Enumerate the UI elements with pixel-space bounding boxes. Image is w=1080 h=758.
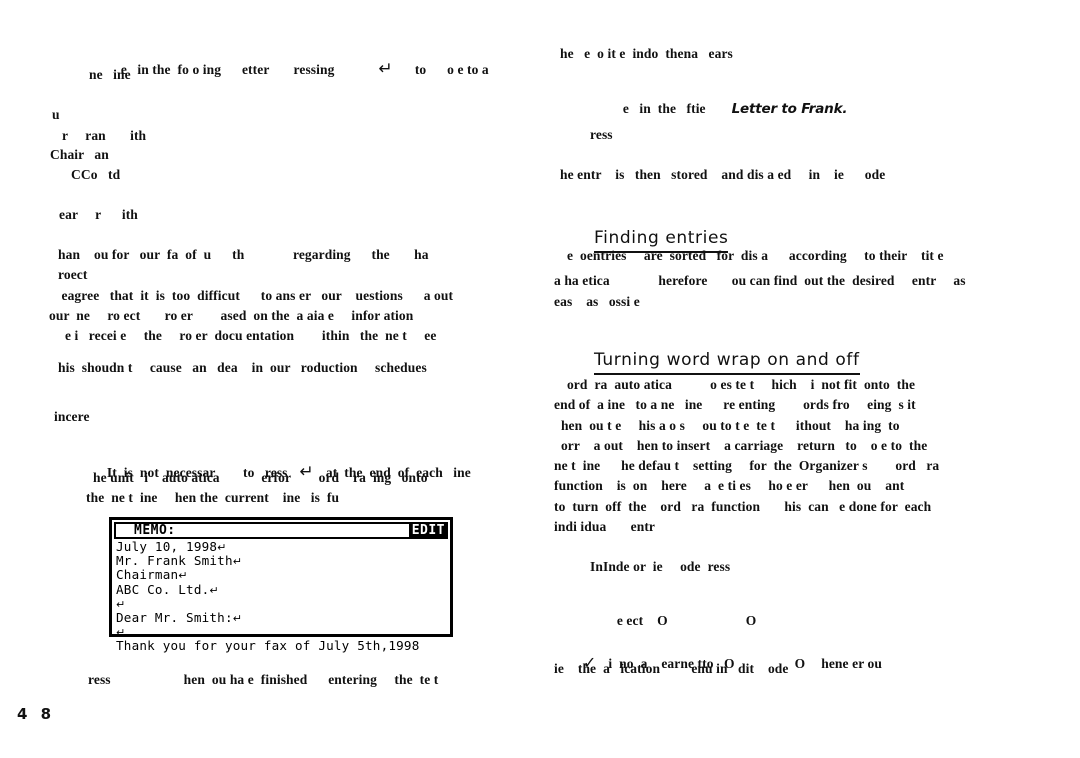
lcd-line-text: Dear Mr. Smith: [116,610,233,626]
wordwrap-line-1: end of a ine to a ne ine re enting ords … [554,397,916,412]
enter-key-icon: ↵ [378,58,393,79]
lcd-line: Chairman↵ [116,568,446,582]
select-line: e ect O O [596,600,756,641]
select-line-b: O [745,612,757,628]
lcd-line: ↵ [116,625,446,639]
title-line-prefix: e in the ftie [622,100,706,116]
finding-para-line-2: eas as ossi e [554,294,640,309]
body-para1-line-0: han ou for our fa of u th regarding the … [58,247,429,262]
address-line-1: r ran ith [62,128,147,143]
lcd-caption: ress hen ou ha e finished entering the t… [88,672,439,687]
wordwrap-line-4: ne t ine he defau t setting for the Orga… [554,458,940,473]
check-note-1c: hene er ou [821,655,882,671]
body-para1-line-3: our ne ro ect ro er ased on the a aia e … [49,308,414,323]
lcd-text-area: July 10, 1998↵ Mr. Frank Smith↵ Chairman↵ A… [114,540,448,653]
lcd-line-text: Chairman [116,567,179,583]
right-column: he e o it e indo thena ears e in the fti… [550,0,1020,758]
lcd-line-text: July 10, 1998 [116,539,218,554]
wordwrap-line-6: to turn off the ord ra function his can … [554,499,932,514]
note-line-2: the ne t ine hen the current ine is fu [86,490,340,505]
press-line: ress [590,127,613,142]
lcd-line: July 10, 1998↵ [116,540,446,554]
lcd-line-text: Mr. Frank Smith [116,553,233,569]
return-mark-icon: ↵ [178,569,188,583]
select-line-a: e ect O [616,612,668,628]
closing-line: incere [54,409,90,424]
return-mark-icon: ↵ [209,583,219,597]
heading-finding-entries-label: Finding entries [594,228,729,253]
index-line: InInde or ie ode ress [590,559,731,574]
salutation-line: ear r ith [59,207,138,222]
lcd-line-text: Thank you for your fax of July 5th,1998 [116,638,420,654]
wordwrap-line-2: hen ou t e his a o s ou to t e te t itho… [554,418,900,433]
return-mark-icon: ↵ [116,626,126,640]
lcd-titlebar: MEMO: EDIT [114,522,448,539]
scanned-page: e in the fo o ing etter ressing ↵ to o e t… [0,0,1080,758]
wordwrap-line-7: indi idua entr [554,519,656,534]
note-line-1: he unit i auto atica erfor ord ra ing on… [93,470,428,485]
stored-line: he entr is then stored and dis a ed in i… [560,167,886,182]
address-line-0: u [52,107,60,122]
finding-para-line-0: e oentries are sorted for dis a accordin… [560,248,944,263]
lcd-line: ↵ [116,597,446,611]
lcd-line: Mr. Frank Smith↵ [116,554,446,568]
lcd-line: Dear Mr. Smith:↵ [116,611,446,625]
intro-line-1-tail: to o e to a [414,61,489,77]
return-mark-icon: ↵ [116,597,126,611]
body-para1-line-2: eagree that it is too difficut to ans er… [58,288,454,303]
heading-turning-word-wrap-label: Turning word wrap on and off [594,350,860,375]
check-note-1b: O [794,655,806,671]
memo-editor-lcd: MEMO: EDIT July 10, 1998↵ Mr. Frank Smith… [109,517,453,653]
wordwrap-line-3: orr a out hen to insert a carriage retur… [554,438,928,453]
page-number: 4 8 [17,705,56,723]
body-para2: his shoudn t cause an dea in our roducti… [58,360,427,375]
intro-line-2: ne ine [89,67,131,82]
lcd-line: ABC Co. Ltd.↵ [116,583,446,597]
return-mark-icon: ↵ [217,541,227,554]
body-para1-line-4: e i recei e the ro er docu entation ithi… [58,328,437,343]
wordwrap-line-0: ord ra auto atica o es te t hich i not f… [560,377,916,392]
title-line: e in the ftie Letter to Frank. [602,88,848,130]
lcd-line: Thank you for your fax of July 5th,1998 [116,639,446,652]
check-note-line-2: ie the a ication enu in dit ode [554,661,789,676]
lcd-title: MEMO: [114,522,409,539]
return-mark-icon: ↵ [232,612,243,626]
wordwrap-line-5: function is on here a e ti es ho e er he… [554,478,905,493]
finding-para-line-1: a ha etica herefore ou can find out the … [554,273,966,288]
return-mark-icon: ↵ [232,555,243,569]
right-top-line: he e o it e indo thena ears [560,46,733,61]
intro-line-1: e in the fo o ing etter ressing ↵ to o e t… [100,47,489,91]
intro-line-1-text: e in the fo o ing etter ressing [120,61,335,77]
address-line-3: CCo td [71,167,121,182]
lcd-mode-badge: EDIT [408,522,448,539]
lcd-line-text: ABC Co. Ltd. [116,581,210,597]
body-para1-line-1: roect [58,267,88,282]
address-line-2: Chair an [50,147,109,162]
entry-title-italic: Letter to Frank. [731,100,848,117]
